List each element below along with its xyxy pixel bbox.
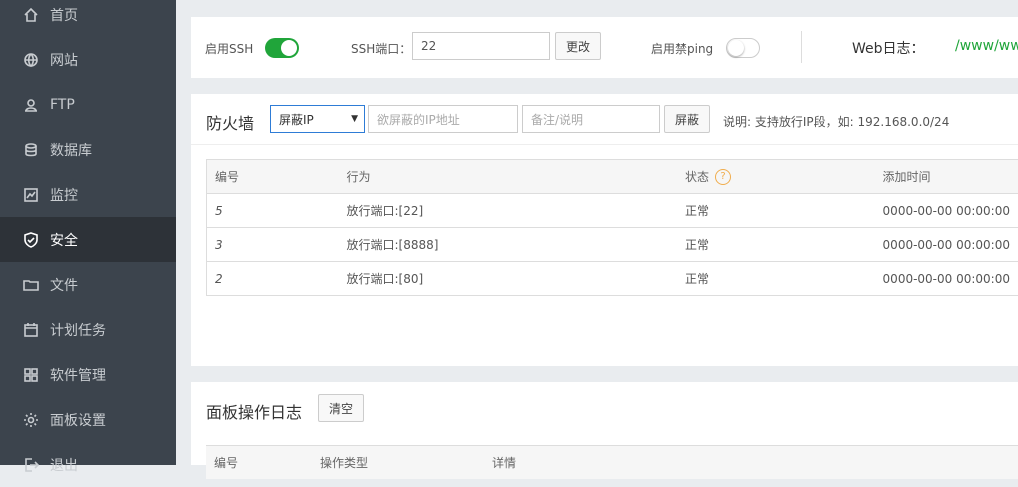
firewall-table: 编号 行为 状态? 添加时间 5 放行端口:[22] 正常 0000-00-00… — [206, 159, 1018, 296]
calendar-icon — [22, 321, 40, 339]
row-time: 0000-00-00 00:00:00 — [875, 262, 1018, 296]
col-time: 添加时间 — [875, 160, 1018, 194]
col-id: 编号 — [207, 160, 339, 194]
ping-block-toggle[interactable] — [726, 38, 760, 58]
col-detail: 详情 — [484, 446, 1018, 480]
divider — [191, 144, 1018, 145]
sidebar-item-software[interactable]: 软件管理 — [0, 352, 176, 397]
sidebar-item-settings[interactable]: 面板设置 — [0, 397, 176, 442]
row-status: 正常 — [677, 262, 875, 296]
firewall-title: 防火墙 — [206, 110, 254, 134]
clear-log-button[interactable]: 清空 — [318, 394, 364, 422]
ssh-enable-toggle[interactable] — [265, 38, 299, 58]
select-value: 屏蔽IP — [279, 111, 314, 128]
shield-icon — [22, 231, 40, 249]
ip-placeholder: 欲屏蔽的IP地址 — [377, 111, 460, 128]
ftp-icon — [22, 96, 40, 114]
help-icon[interactable]: ? — [715, 169, 731, 185]
database-icon — [22, 141, 40, 159]
web-log-path-link[interactable]: /www/wwwlogs — [955, 38, 1018, 54]
ping-block-label: 启用禁ping — [651, 40, 713, 57]
sidebar-item-monitor[interactable]: 监控 — [0, 172, 176, 217]
block-ip-button[interactable]: 屏蔽 — [664, 105, 710, 133]
row-id: 5 — [207, 194, 339, 228]
log-table: 编号 操作类型 详情 — [206, 445, 1018, 479]
sidebar-item-label: 面板设置 — [50, 410, 106, 430]
row-action: 放行端口:[80] — [339, 262, 678, 296]
globe-icon — [22, 51, 40, 69]
sidebar-item-label: 网站 — [50, 50, 78, 70]
row-time: 0000-00-00 00:00:00 — [875, 228, 1018, 262]
sidebar-item-label: 计划任务 — [50, 320, 106, 340]
firewall-type-select[interactable]: 屏蔽IP ▼ — [270, 105, 365, 133]
sidebar-item-cron[interactable]: 计划任务 — [0, 307, 176, 352]
web-log-label: Web日志： — [852, 38, 925, 58]
sidebar-item-label: 首页 — [50, 5, 78, 25]
row-action: 放行端口:[22] — [339, 194, 678, 228]
col-type: 操作类型 — [312, 446, 484, 480]
col-id: 编号 — [206, 446, 312, 480]
row-id: 2 — [207, 262, 339, 296]
row-status: 正常 — [677, 228, 875, 262]
sidebar-item-label: 软件管理 — [50, 365, 106, 385]
folder-icon — [22, 276, 40, 294]
table-row: 5 放行端口:[22] 正常 0000-00-00 00:00:00 — [207, 194, 1018, 228]
ssh-port-label: SSH端口： — [351, 40, 411, 57]
note-placeholder: 备注/说明 — [531, 111, 583, 128]
note-input[interactable]: 备注/说明 — [522, 105, 660, 133]
col-status-label: 状态 — [685, 170, 709, 184]
table-header-row: 编号 行为 状态? 添加时间 — [207, 160, 1018, 194]
table-row: 3 放行端口:[8888] 正常 0000-00-00 00:00:00 — [207, 228, 1018, 262]
col-action: 行为 — [339, 160, 678, 194]
grid-icon — [22, 366, 40, 384]
log-title: 面板操作日志 — [206, 399, 302, 423]
table-header-row: 编号 操作类型 详情 — [206, 446, 1018, 480]
monitor-icon — [22, 186, 40, 204]
operation-log-panel: 面板操作日志 清空 编号 操作类型 详情 — [191, 382, 1018, 465]
caret-down-icon: ▼ — [351, 114, 358, 124]
sidebar-item-label: 数据库 — [50, 140, 92, 160]
sidebar-item-website[interactable]: 网站 — [0, 37, 176, 82]
sidebar-item-ftp[interactable]: FTP — [0, 82, 176, 127]
sidebar-item-files[interactable]: 文件 — [0, 262, 176, 307]
sidebar-item-home[interactable]: 首页 — [0, 0, 176, 37]
row-time: 0000-00-00 00:00:00 — [875, 194, 1018, 228]
gear-icon — [22, 411, 40, 429]
ip-address-input[interactable]: 欲屏蔽的IP地址 — [368, 105, 518, 133]
sidebar-item-label: 监控 — [50, 185, 78, 205]
ssh-settings-panel: 启用SSH SSH端口： 22 更改 启用禁ping Web日志： /www/w… — [191, 17, 1018, 78]
main-content: 启用SSH SSH端口： 22 更改 启用禁ping Web日志： /www/w… — [176, 0, 1018, 465]
sidebar-item-security[interactable]: 安全 — [0, 217, 176, 262]
firewall-panel: 防火墙 屏蔽IP ▼ 欲屏蔽的IP地址 备注/说明 屏蔽 说明: 支持放行IP段… — [191, 94, 1018, 366]
col-status: 状态? — [677, 160, 875, 194]
sidebar-item-label: 文件 — [50, 275, 78, 295]
table-row: 2 放行端口:[80] 正常 0000-00-00 00:00:00 — [207, 262, 1018, 296]
sidebar-item-label: 安全 — [50, 230, 78, 250]
ssh-enable-label: 启用SSH — [205, 40, 253, 57]
home-icon — [22, 6, 40, 24]
row-status: 正常 — [677, 194, 875, 228]
row-id: 3 — [207, 228, 339, 262]
sidebar: 首页 网站 FTP 数据库 监控 安全 文件 — [0, 0, 176, 465]
firewall-hint: 说明: 支持放行IP段，如: 192.168.0.0/24 — [723, 113, 949, 130]
divider — [801, 31, 802, 63]
ssh-port-input[interactable]: 22 — [412, 32, 550, 60]
row-action: 放行端口:[8888] — [339, 228, 678, 262]
sidebar-item-label: FTP — [50, 97, 75, 113]
change-port-button[interactable]: 更改 — [555, 32, 601, 60]
sidebar-item-database[interactable]: 数据库 — [0, 127, 176, 172]
